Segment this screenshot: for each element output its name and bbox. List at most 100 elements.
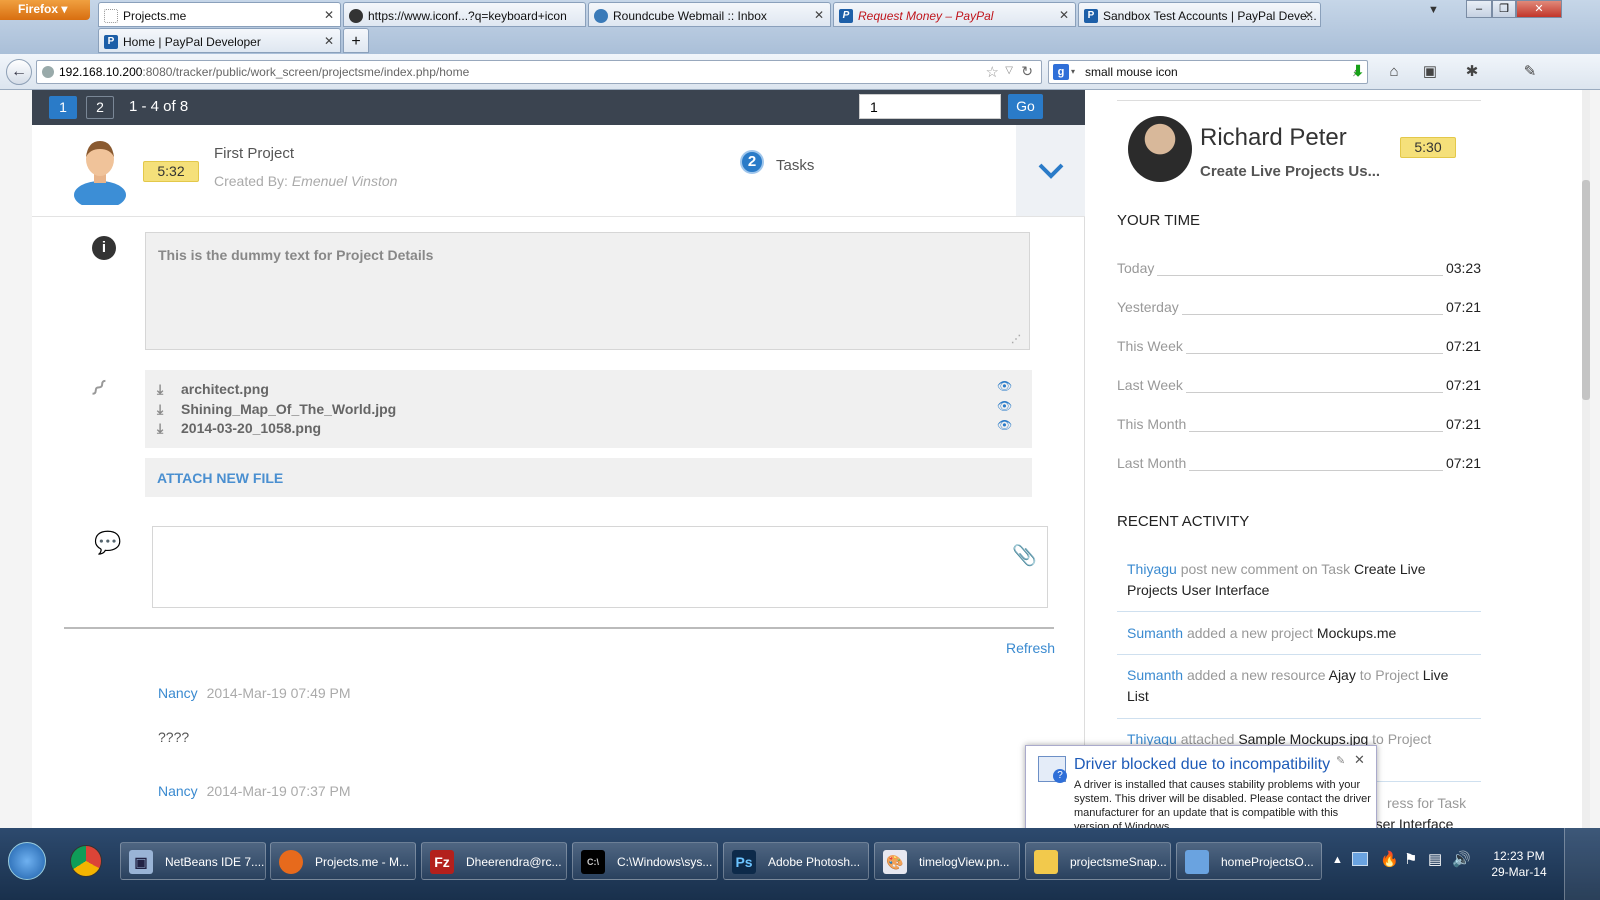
volume-icon[interactable]: 🔊 [1452, 850, 1471, 868]
download-icon[interactable]: ⬇ [1348, 62, 1368, 82]
user-avatar-icon [74, 141, 126, 205]
go-button[interactable]: Go [1008, 94, 1043, 119]
home-icon[interactable]: ⌂ [1384, 62, 1404, 82]
refresh-link[interactable]: Refresh [1006, 640, 1055, 656]
comment-meta: Nancy 2014-Mar-19 07:37 PM [158, 783, 351, 801]
reload-icon[interactable]: ↻ [1021, 63, 1033, 80]
close-icon[interactable]: ✕ [1354, 752, 1365, 768]
page-button-1[interactable]: 1 [49, 96, 77, 119]
close-tab-icon[interactable]: ✕ [324, 8, 334, 22]
tab-label: Roundcube Webmail :: Inbox [613, 9, 767, 23]
tab-list-icon[interactable]: ▼ [1428, 4, 1439, 16]
tab-paypal-request[interactable]: P Request Money – PayPal ✕ [833, 2, 1076, 27]
file-name[interactable]: architect.png [181, 381, 269, 397]
image-viewer-icon [1185, 850, 1209, 874]
attach-new-file-button[interactable]: ATTACH NEW FILE [145, 458, 1032, 497]
taskbar-folder[interactable]: projectsmeSnap... [1025, 842, 1171, 880]
google-icon[interactable]: g [1053, 64, 1069, 80]
taskbar-firefox[interactable]: Projects.me - M... [270, 842, 416, 880]
notification-title[interactable]: Driver blocked due to incompatibility [1074, 756, 1330, 774]
download-icon[interactable]: ⤓ [157, 420, 171, 437]
page-number-input[interactable]: 1 [859, 94, 1001, 119]
firefox-menu-button[interactable]: Firefox ▾ [0, 0, 90, 20]
project-details-textarea[interactable]: This is the dummy text for Project Detai… [145, 232, 1030, 350]
taskbar-photoshop[interactable]: Ps Adobe Photosh... [723, 842, 869, 880]
resize-handle-icon[interactable]: ⋰ [1011, 334, 1021, 345]
tools-icon[interactable]: ✎ [1520, 62, 1540, 82]
driver-blocked-notification[interactable]: ? Driver blocked due to incompatibility … [1025, 745, 1377, 837]
show-desktop-button[interactable] [1564, 828, 1600, 900]
project-title[interactable]: First Project [214, 145, 294, 162]
back-arrow-icon[interactable]: ← [6, 59, 32, 85]
new-tab-button[interactable]: + [343, 28, 369, 53]
scrollbar[interactable] [1582, 90, 1590, 828]
taskbar-netbeans[interactable]: ▣ NetBeans IDE 7.... [120, 842, 266, 880]
download-icon[interactable]: ⤓ [157, 401, 171, 418]
activity-target[interactable]: Mockups.me [1317, 625, 1396, 641]
comment-author[interactable]: Nancy [158, 783, 198, 799]
minimize-icon[interactable]: – [1466, 0, 1492, 18]
close-window-icon[interactable]: ✕ [1516, 0, 1562, 18]
search-box[interactable]: g ▾ small mouse icon ⌕ [1048, 60, 1368, 84]
show-hidden-icons[interactable]: ▲ [1332, 854, 1343, 866]
file-name[interactable]: 2014-03-20_1058.png [181, 420, 321, 436]
address-bar[interactable]: 192.168.10.200:8080/tracker/public/work_… [36, 60, 1042, 84]
new-tab-label: + [351, 33, 361, 50]
file-name[interactable]: Shining_Map_Of_The_World.jpg [181, 401, 396, 417]
taskbar-paint[interactable]: 🎨 timelogView.pn... [874, 842, 1020, 880]
task-count-badge[interactable]: 2 [740, 150, 764, 174]
file-item[interactable]: ⤓ 2014-03-20_1058.png [157, 420, 321, 437]
activity-connector: to Project [1372, 731, 1432, 747]
tab-projects[interactable]: Projects.me ✕ [98, 2, 341, 27]
download-icon[interactable]: ⤓ [157, 381, 171, 398]
file-item[interactable]: ⤓ architect.png [157, 381, 269, 398]
tab-iconfinder[interactable]: https://www.iconf...?q=keyboard+icon [343, 2, 586, 27]
close-tab-icon[interactable]: ✕ [814, 8, 824, 22]
activity-user[interactable]: Thiyagu [1127, 561, 1177, 577]
settings-icon[interactable]: ✎ [1336, 754, 1345, 767]
taskbar-filezilla[interactable]: Fz Dheerendra@rc... [421, 842, 567, 880]
browser-tab-bar: Firefox ▾ Projects.me ✕ https://www.icon… [0, 0, 1600, 54]
photoshop-icon: Ps [732, 850, 756, 874]
view-eye-icon[interactable]: 👁 [997, 399, 1013, 413]
tab-sandbox[interactable]: P Sandbox Test Accounts | PayPal Deve...… [1078, 2, 1321, 27]
url-dropdown-icon[interactable]: ▽ [1005, 65, 1013, 76]
taskbar-image-viewer[interactable]: homeProjectsO... [1176, 842, 1322, 880]
chrome-icon[interactable] [70, 845, 102, 877]
taskbar-cmd[interactable]: C:\ C:\Windows\sys... [572, 842, 718, 880]
comment-input[interactable]: 📎 [152, 526, 1048, 608]
flag-icon[interactable]: ⚑ [1404, 850, 1417, 868]
activity-user[interactable]: Sumanth [1127, 667, 1183, 683]
start-button-icon[interactable] [8, 842, 46, 880]
addon-icon[interactable]: ✱ [1462, 62, 1482, 82]
tab-paypal-developer[interactable]: P Home | PayPal Developer ✕ [98, 28, 341, 53]
tasks-link[interactable]: Tasks [776, 157, 814, 174]
tab-label: Request Money – PayPal [858, 9, 994, 23]
activity-target[interactable]: Ajay [1329, 667, 1356, 683]
scrollbar-thumb[interactable] [1582, 180, 1590, 400]
expand-toggle[interactable] [1016, 125, 1085, 216]
view-eye-icon[interactable]: 👁 [997, 379, 1013, 393]
page-button-2[interactable]: 2 [86, 96, 114, 119]
info-icon: i [92, 236, 116, 260]
file-item[interactable]: ⤓ Shining_Map_Of_The_World.jpg [157, 401, 396, 418]
bookmark-star-icon[interactable]: ☆ [986, 63, 999, 81]
engine-dropdown-icon[interactable]: ▾ [1071, 67, 1075, 76]
close-tab-icon[interactable]: ✕ [1059, 8, 1069, 22]
time-label: Today [1117, 260, 1158, 276]
tab-roundcube[interactable]: Roundcube Webmail :: Inbox ✕ [588, 2, 831, 27]
close-tab-icon[interactable]: ✕ [324, 34, 334, 48]
close-tab-icon[interactable]: ✕ [1304, 8, 1314, 22]
maximize-icon[interactable]: ❐ [1492, 0, 1516, 18]
system-clock[interactable]: 12:23 PM 29-Mar-14 [1484, 848, 1554, 880]
attach-paperclip-icon[interactable]: 📎 [1012, 543, 1037, 568]
flame-icon[interactable]: 🔥 [1380, 850, 1399, 868]
activity-item: Sumanth added a new project Mockups.me [1117, 623, 1481, 655]
comment-author[interactable]: Nancy [158, 685, 198, 701]
bookmarks-icon[interactable]: ▣ [1420, 62, 1440, 82]
network-icon[interactable]: ▤ [1428, 850, 1442, 868]
view-eye-icon[interactable]: 👁 [997, 418, 1013, 432]
action-center-icon[interactable] [1352, 852, 1368, 866]
project-created-by: Created By: Emenuel Vinston [214, 173, 397, 189]
activity-user[interactable]: Sumanth [1127, 625, 1183, 641]
